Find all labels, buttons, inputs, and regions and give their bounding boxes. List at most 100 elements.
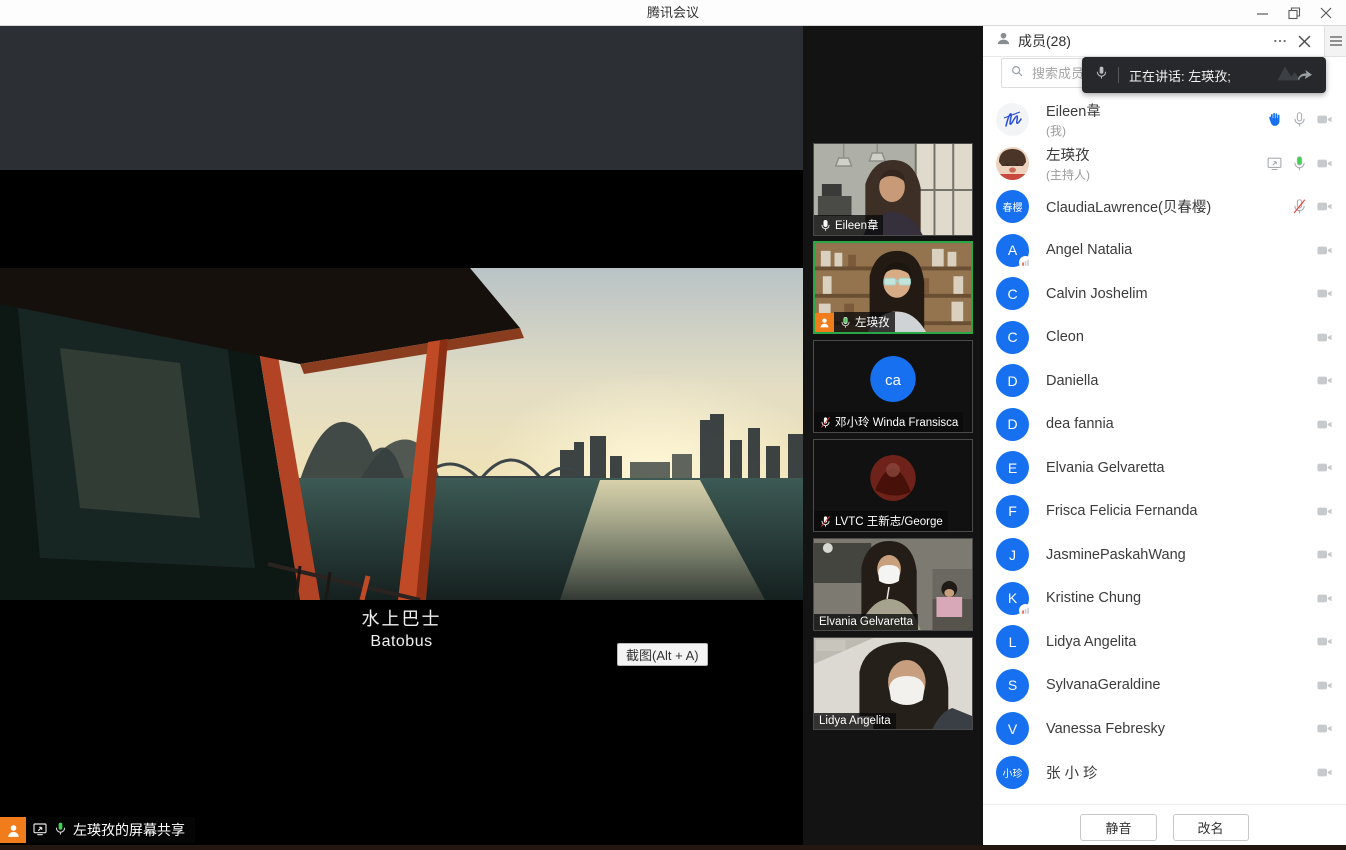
member-row[interactable]: S SylvanaGeraldine (983, 664, 1346, 708)
member-name: SylvanaGeraldine (1046, 677, 1316, 693)
mic-active-icon[interactable] (1291, 155, 1308, 172)
member-name: Angel Natalia (1046, 242, 1316, 258)
member-avatar: A (996, 234, 1029, 267)
video-thumbnail[interactable]: LVTC 王新志/George (813, 439, 973, 532)
member-avatar (996, 103, 1029, 136)
signal-badge-icon (1019, 256, 1032, 269)
video-thumbnail[interactable]: 左瑛孜 (813, 241, 973, 334)
close-window-button[interactable] (1310, 1, 1342, 25)
thumbnail-name-label: 邓小玲 Winda Fransisca (814, 412, 963, 432)
member-avatar: D (996, 364, 1029, 397)
person-badge-icon (0, 817, 26, 843)
signal-badge-icon (1019, 604, 1032, 617)
member-row[interactable]: V Vanessa Febresky (983, 707, 1346, 751)
camera-off-icon[interactable] (1316, 198, 1333, 215)
member-row[interactable]: Eileen韋(我) (983, 98, 1346, 142)
raised-hand-icon[interactable] (1266, 111, 1283, 128)
member-avatar (996, 147, 1029, 180)
panel-footer: 静音 改名 (983, 804, 1346, 850)
member-row[interactable]: K Kristine Chung (983, 577, 1346, 621)
camera-off-icon[interactable] (1316, 503, 1333, 520)
member-name: Lidya Angelita (1046, 634, 1316, 650)
member-avatar: F (996, 495, 1029, 528)
member-row[interactable]: L Lidya Angelita (983, 620, 1346, 664)
member-name: Elvania Gelvaretta (1046, 460, 1316, 476)
close-icon (1320, 7, 1332, 19)
members-icon (995, 30, 1012, 52)
title-bar: 腾讯会议 (0, 0, 1346, 26)
window-bottom-edge (0, 845, 1346, 850)
member-row[interactable]: A Angel Natalia (983, 229, 1346, 273)
member-row[interactable]: 左瑛孜(主持人) (983, 142, 1346, 186)
member-row[interactable]: D Daniella (983, 359, 1346, 403)
search-icon (1010, 64, 1024, 83)
member-row[interactable]: 小珍 张 小 珍 (983, 751, 1346, 795)
member-name: Vanessa Febresky (1046, 721, 1316, 737)
camera-off-icon[interactable] (1316, 416, 1333, 433)
camera-off-icon[interactable] (1316, 459, 1333, 476)
member-row[interactable]: 春樱 ClaudiaLawrence(贝春樱) (983, 185, 1346, 229)
maximize-icon (1288, 7, 1301, 20)
member-name: ClaudiaLawrence(贝春樱) (1046, 196, 1291, 217)
thumbnail-name-label: LVTC 王新志/George (814, 511, 948, 531)
member-avatar: V (996, 712, 1029, 745)
shared-app-background (0, 26, 803, 170)
member-row[interactable]: E Elvania Gelvaretta (983, 446, 1346, 490)
member-name: Cleon (1046, 329, 1316, 345)
camera-off-icon[interactable] (1316, 720, 1333, 737)
screen-share-icon[interactable] (1266, 155, 1283, 172)
maximize-button[interactable] (1278, 1, 1310, 25)
mic-icon (819, 219, 832, 232)
member-avatar: C (996, 321, 1029, 354)
share-indicator-text: 左瑛孜的屏幕共享 (73, 820, 185, 840)
member-name: Calvin Joshelim (1046, 286, 1316, 302)
member-avatar: J (996, 538, 1029, 571)
screen-share-indicator: 左瑛孜的屏幕共享 (0, 817, 195, 843)
shared-video-frame (0, 268, 803, 600)
member-name: dea fannia (1046, 416, 1316, 432)
video-thumbnail-strip: Eileen韋 左瑛孜 ca 邓小玲 Winda Fransisca LVTC … (803, 26, 983, 850)
screen-share-icon (32, 821, 48, 840)
minimize-button[interactable] (1246, 1, 1278, 25)
thumbnail-name-label: 左瑛孜 (834, 312, 895, 332)
video-thumbnail[interactable]: Lidya Angelita (813, 637, 973, 730)
camera-off-icon[interactable] (1316, 633, 1333, 650)
member-row[interactable]: C Calvin Joshelim (983, 272, 1346, 316)
video-thumbnail[interactable]: Elvania Gelvaretta (813, 538, 973, 631)
camera-off-icon[interactable] (1316, 329, 1333, 346)
member-avatar: E (996, 451, 1029, 484)
member-row[interactable]: J JasminePaskahWang (983, 533, 1346, 577)
speaking-logo-icon (1272, 61, 1318, 90)
more-icon (1272, 33, 1288, 49)
thumbnail-name-label: Elvania Gelvaretta (814, 614, 918, 630)
close-panel-button[interactable] (1292, 29, 1316, 53)
more-options-button[interactable] (1268, 29, 1292, 53)
member-row[interactable]: D dea fannia (983, 403, 1346, 447)
member-avatar: 小珍 (996, 756, 1029, 789)
camera-off-icon[interactable] (1316, 677, 1333, 694)
camera-off-icon[interactable] (1316, 590, 1333, 607)
window-title: 腾讯会议 (0, 0, 1346, 25)
mic-muted-icon[interactable] (1291, 198, 1308, 215)
camera-off-icon[interactable] (1316, 242, 1333, 259)
member-row[interactable]: F Frisca Felicia Fernanda (983, 490, 1346, 534)
video-thumbnail[interactable]: Eileen韋 (813, 143, 973, 236)
video-thumbnail[interactable]: ca 邓小玲 Winda Fransisca (813, 340, 973, 433)
mute-button[interactable]: 静音 (1080, 814, 1156, 841)
mic-icon[interactable] (1291, 111, 1308, 128)
camera-off-icon[interactable] (1316, 155, 1333, 172)
member-name: Frisca Felicia Fernanda (1046, 503, 1316, 519)
camera-off-icon[interactable] (1316, 764, 1333, 781)
camera-off-icon[interactable] (1316, 111, 1333, 128)
member-name: Eileen韋 (1046, 100, 1266, 121)
app-window: 腾讯会议 (0, 0, 1346, 850)
screenshot-shortcut-tooltip[interactable]: 截图(Alt + A) (617, 643, 708, 666)
divider (1118, 67, 1119, 83)
camera-off-icon[interactable] (1316, 372, 1333, 389)
minimize-icon (1256, 7, 1269, 20)
camera-off-icon[interactable] (1316, 285, 1333, 302)
camera-off-icon[interactable] (1316, 546, 1333, 563)
rename-button[interactable]: 改名 (1173, 814, 1249, 841)
member-row[interactable]: C Cleon (983, 316, 1346, 360)
panel-collapse-rail[interactable] (1324, 26, 1346, 57)
